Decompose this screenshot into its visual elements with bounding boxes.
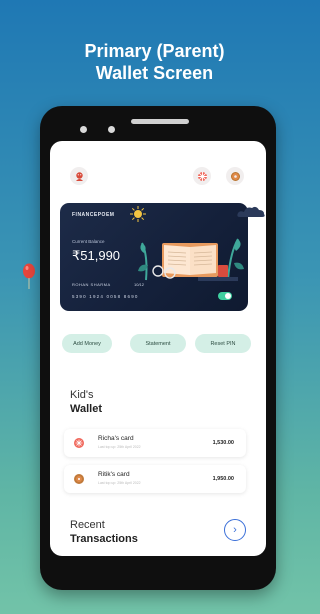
kid-card-name: Ritik's card xyxy=(98,471,130,478)
sun-icon xyxy=(130,206,146,222)
phone-frame: FINANCEPOEM Current Balance ₹51,990 ROHA… xyxy=(40,106,276,590)
kid-card-row-ritik[interactable]: Ritik's card Last top up: 25th April 202… xyxy=(64,465,246,493)
flower-small-icon xyxy=(75,439,83,447)
balloon-illustration xyxy=(23,263,35,289)
avatar-icon[interactable] xyxy=(70,167,88,185)
page-headline: Primary (Parent) Wallet Screen xyxy=(0,40,309,84)
flower-icon[interactable] xyxy=(193,167,211,185)
camera-dot xyxy=(80,126,87,133)
flower-glyph-icon xyxy=(197,171,207,181)
donut-glyph-icon xyxy=(230,171,240,181)
balance-card[interactable]: FINANCEPOEM Current Balance ₹51,990 ROHA… xyxy=(60,203,248,311)
avatar-glyph-icon xyxy=(75,171,83,181)
add-money-button[interactable]: Add Money xyxy=(62,334,112,353)
kid-card-subtitle: Last top up: 25th April 2022 xyxy=(98,481,141,485)
kid-card-amount: 1,530.00 xyxy=(212,440,234,446)
statement-button[interactable]: Statement xyxy=(130,334,186,353)
kid-card-subtitle: Last top up: 25th April 2022 xyxy=(98,445,141,449)
card-expiry: 10/12 xyxy=(134,282,145,287)
donut-icon[interactable] xyxy=(226,167,244,185)
headline-line-2: Wallet Screen xyxy=(95,63,214,83)
flower-icon xyxy=(74,438,84,448)
card-holder: ROHAN SHARMA xyxy=(72,282,111,287)
kid-card-row-richa[interactable]: Richa's card Last top up: 25th April 202… xyxy=(64,429,246,457)
book-illustration xyxy=(138,238,244,281)
balance-amount: ₹51,990 xyxy=(72,248,121,263)
chevron-right-icon[interactable]: › xyxy=(224,519,246,541)
donut-icon xyxy=(74,474,84,484)
card-number: 5390 1924 0058 8690 xyxy=(72,294,139,299)
kids-wallet-title-bold: Wallet xyxy=(70,403,102,415)
headline-line-1: Primary (Parent) xyxy=(84,41,225,61)
kids-wallet-title-light: Kid's xyxy=(70,389,94,401)
app-screen: FINANCEPOEM Current Balance ₹51,990 ROHA… xyxy=(50,141,266,556)
donut-small-icon xyxy=(76,476,82,482)
card-brand: FINANCEPOEM xyxy=(72,212,115,218)
speaker-grill xyxy=(131,119,189,124)
recent-title-light: Recent xyxy=(70,519,105,531)
recent-title-bold: Transactions xyxy=(70,533,138,545)
kid-card-name: Richa's card xyxy=(98,435,134,442)
cloud-illustration xyxy=(237,206,265,217)
card-toggle[interactable] xyxy=(218,292,232,300)
kid-card-amount: 1,950.00 xyxy=(212,476,234,482)
balance-label: Current Balance xyxy=(72,239,105,244)
reset-pin-button[interactable]: Reset PIN xyxy=(195,334,251,353)
sensor-dot xyxy=(108,126,115,133)
